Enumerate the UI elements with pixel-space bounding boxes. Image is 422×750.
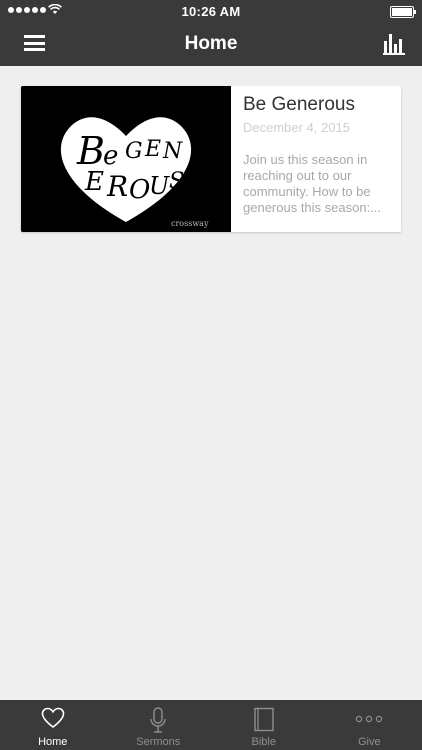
- status-bar: 10:26 AM: [0, 0, 422, 22]
- more-icon: [356, 715, 383, 723]
- art-watermark: crossway: [171, 219, 209, 228]
- tab-sermons[interactable]: Sermons: [106, 700, 212, 750]
- tab-label: Home: [38, 736, 68, 748]
- card-body: Be Generous December 4, 2015 Join us thi…: [243, 94, 393, 216]
- art-letter: O: [129, 175, 150, 205]
- art-letter: S: [169, 169, 184, 194]
- be-generous-artwork: B e G E N E R O U S crossway: [21, 86, 231, 232]
- bar-chart-icon[interactable]: [382, 32, 406, 56]
- heart-icon: [41, 707, 65, 729]
- art-letter: N: [162, 139, 183, 164]
- card-title: Be Generous: [243, 94, 355, 115]
- art-letter: E: [144, 137, 161, 162]
- tab-label: Sermons: [136, 736, 181, 748]
- art-letter: G: [125, 139, 143, 164]
- tab-bible[interactable]: Bible: [211, 700, 317, 750]
- tab-bar: Home Sermons Bible Give: [0, 700, 422, 750]
- tab-label: Give: [357, 736, 381, 748]
- card-description: Join us this season in reaching out to o…: [243, 152, 382, 215]
- page-title: Home: [184, 33, 238, 54]
- status-time: 10:26 AM: [181, 4, 241, 19]
- art-letter: R: [106, 170, 128, 203]
- battery-icon: [390, 6, 416, 18]
- art-letter: e: [103, 141, 118, 171]
- sermon-card[interactable]: B e G E N E R O U S crossway Be Generous…: [21, 86, 401, 232]
- tab-label: Bible: [251, 736, 276, 748]
- card-date: December 4, 2015: [243, 120, 350, 135]
- nav-bar: Home: [0, 22, 422, 66]
- tab-give[interactable]: Give: [317, 700, 422, 750]
- microphone-icon: [150, 707, 166, 733]
- tab-home[interactable]: Home: [0, 700, 106, 750]
- art-letter: E: [84, 167, 104, 197]
- book-icon: [254, 707, 274, 732]
- art-letter: U: [149, 172, 170, 200]
